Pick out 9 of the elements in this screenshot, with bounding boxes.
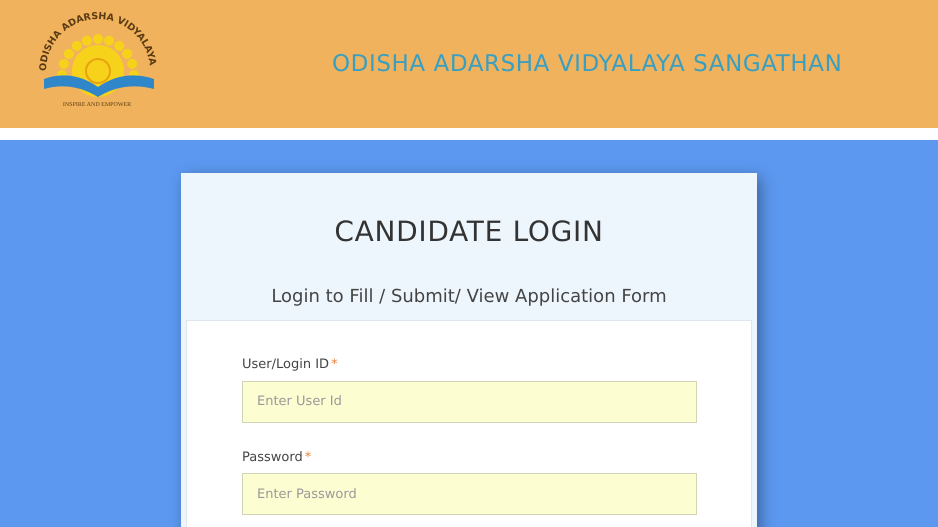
- site-title: ODISHA ADARSHA VIDYALAYA SANGATHAN: [332, 50, 842, 79]
- card-subtitle: Login to Fill / Submit/ View Application Form: [270, 285, 668, 309]
- required-mark: *: [304, 448, 312, 466]
- input-field[interactable]: Enter User Id: [242, 380, 697, 422]
- card-title: CANDIDATE LOGIN: [333, 214, 605, 250]
- required-mark: *: [331, 356, 338, 374]
- field-label: Password: [242, 448, 303, 466]
- input-field[interactable]: Enter Password: [242, 473, 697, 515]
- field-label: User/Login ID: [242, 356, 330, 374]
